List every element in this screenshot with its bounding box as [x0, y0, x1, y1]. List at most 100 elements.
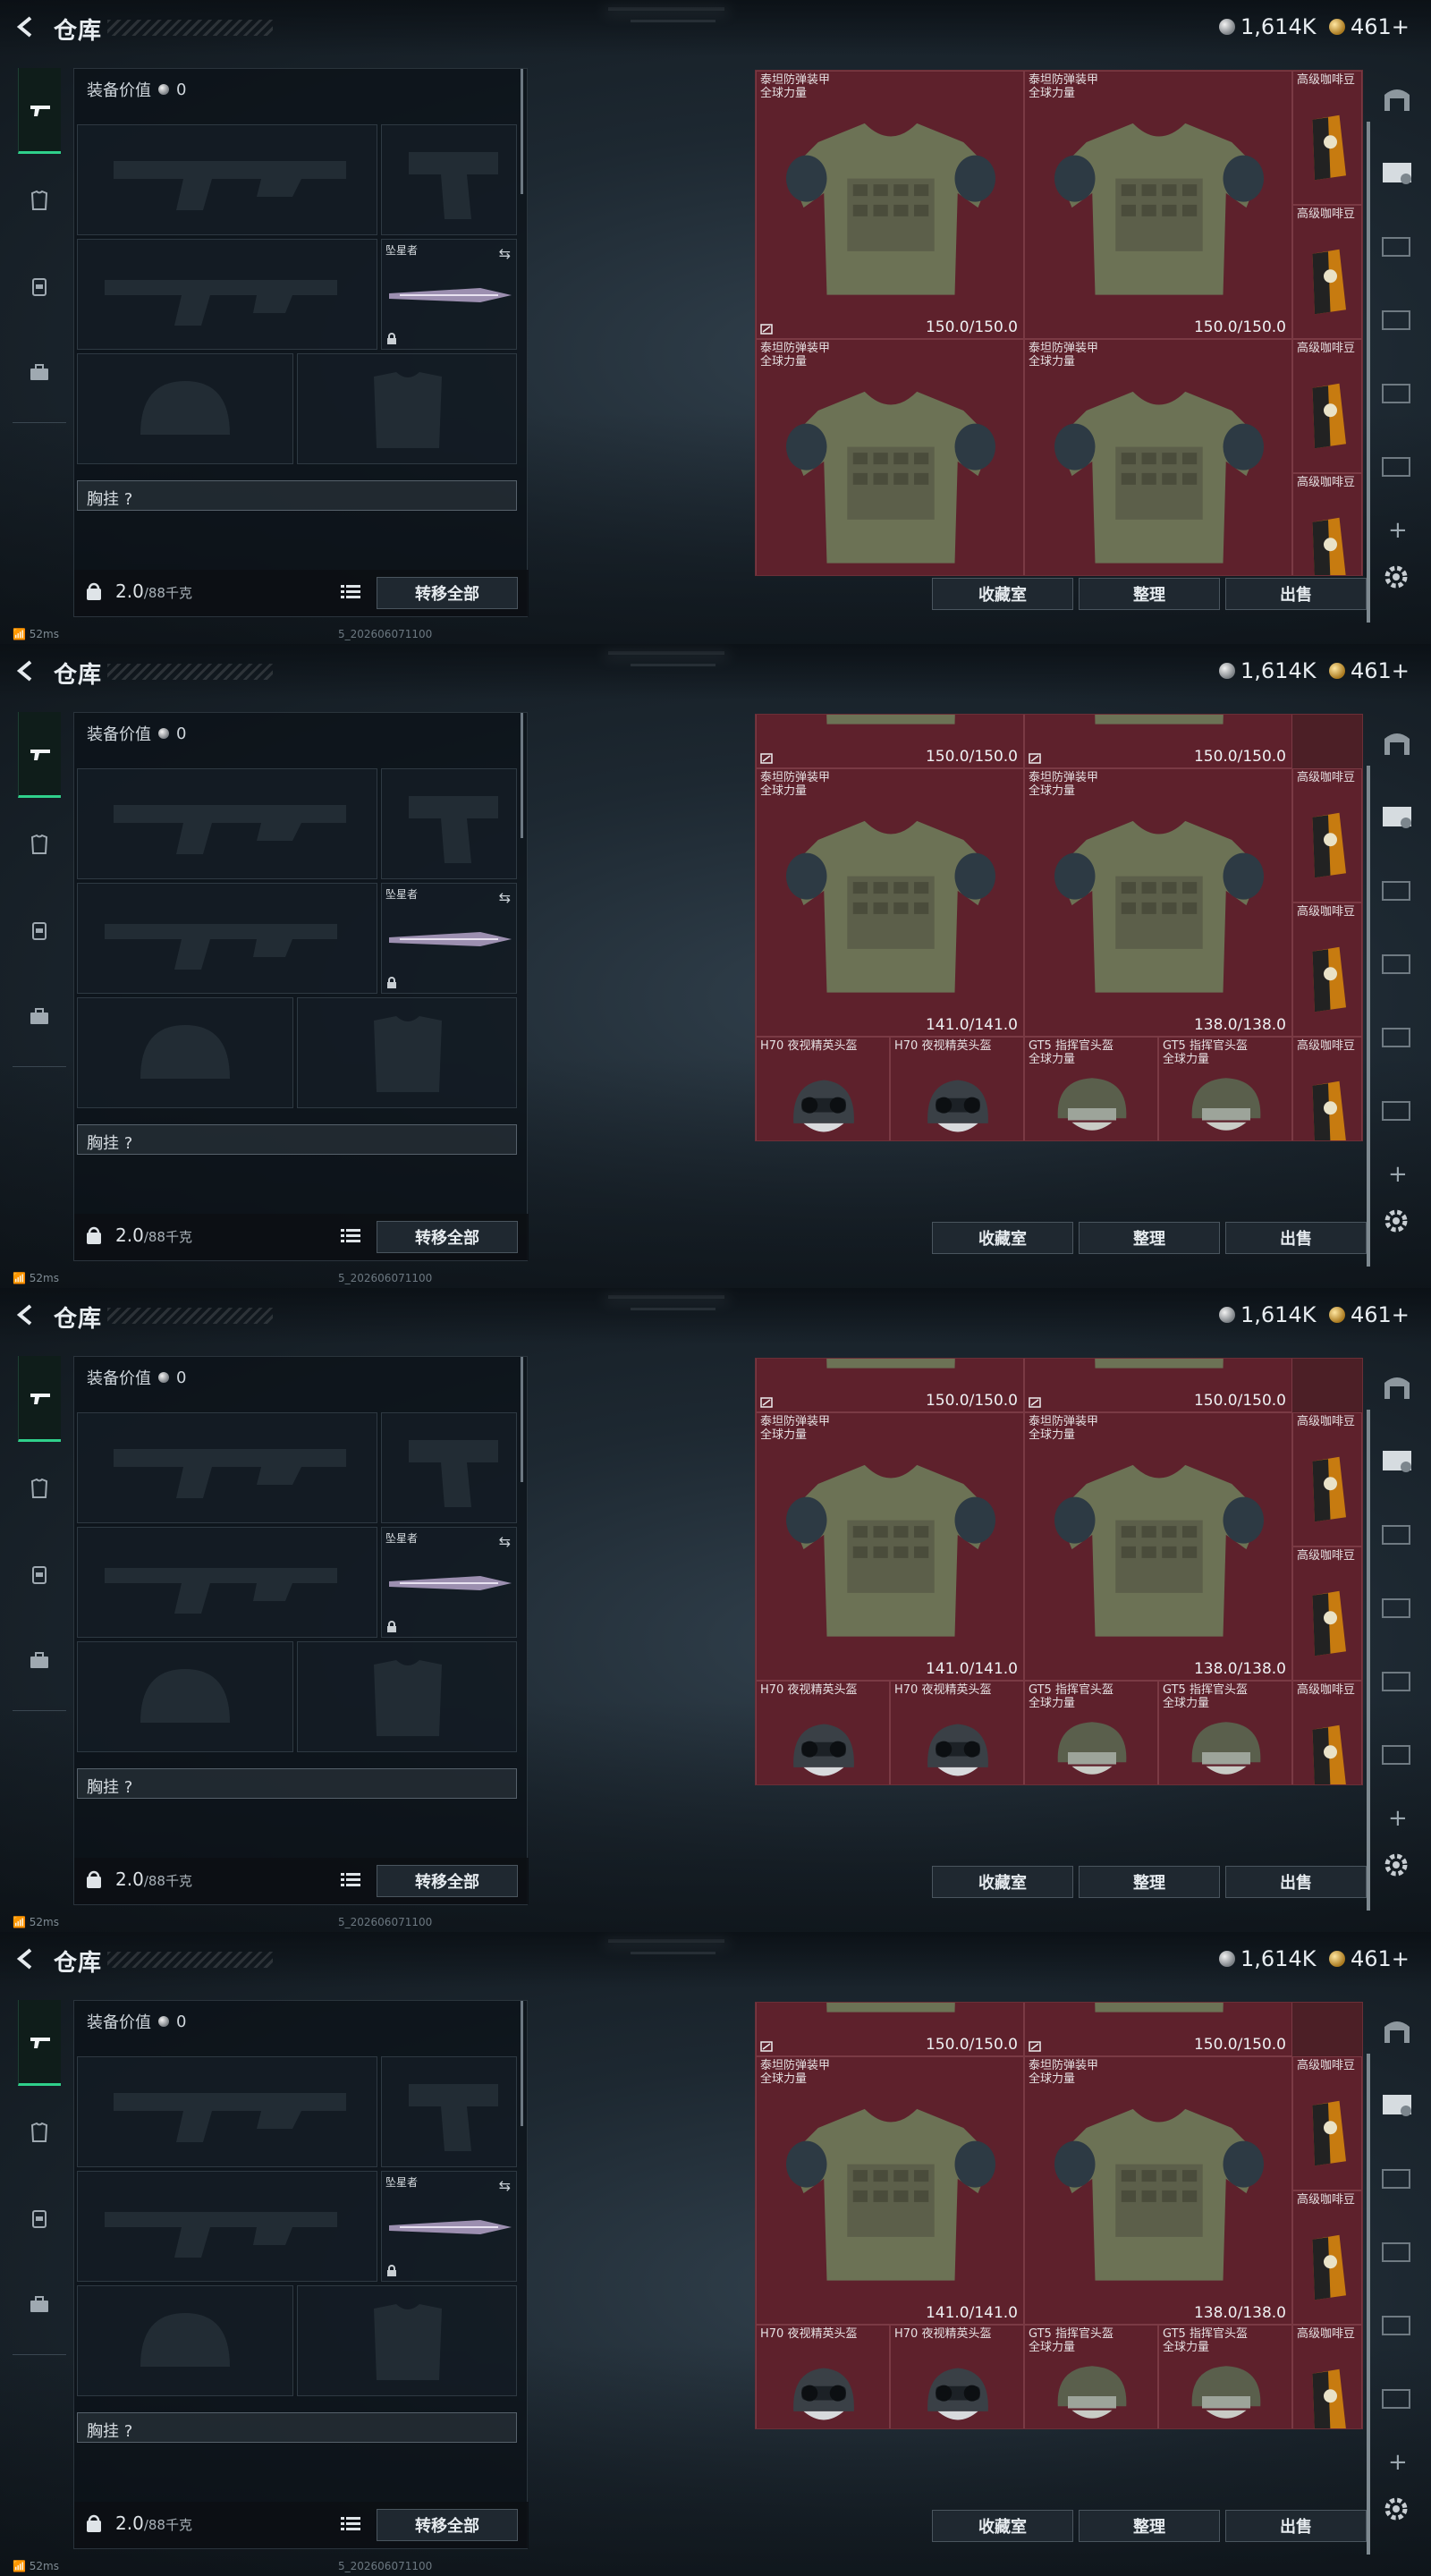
melee-slot[interactable]: 坠星者 ⇆ — [381, 1527, 517, 1638]
sell-button[interactable]: 出售 — [1225, 1866, 1367, 1898]
tab-backpack[interactable] — [18, 887, 61, 973]
storage-box-icon[interactable] — [1379, 1091, 1415, 1127]
chest-rig-slot[interactable]: 胸挂 ? — [77, 1124, 517, 1155]
storage-item[interactable]: 高级咖啡豆 — [1292, 1546, 1362, 1681]
pistol-slot[interactable] — [381, 1412, 517, 1523]
body-armor-slot[interactable] — [297, 2285, 517, 2396]
storage-box-icon[interactable] — [1379, 1515, 1415, 1551]
storage-item[interactable]: 150.0/150.0 — [1024, 715, 1292, 768]
storage-scrollbar[interactable] — [1367, 2054, 1370, 2555]
tab-weapons[interactable] — [18, 712, 61, 798]
storage-item[interactable]: 泰坦防弹装甲 全球力量 138.0/138.0 — [1024, 1412, 1292, 1681]
list-icon[interactable] — [341, 1228, 360, 1244]
tab-case[interactable] — [18, 1617, 61, 1703]
helmet-slot[interactable] — [77, 2285, 293, 2396]
storage-box-icon[interactable] — [1379, 1018, 1415, 1054]
storage-item[interactable]: 高级咖啡豆 — [1292, 1681, 1362, 1784]
back-arrow-icon[interactable] — [14, 659, 38, 682]
equipment-scrollbar[interactable] — [521, 69, 523, 194]
storage-item[interactable]: 高级咖啡豆 — [1292, 2056, 1362, 2190]
storage-box-icon[interactable] — [1379, 1589, 1415, 1624]
gold-currency[interactable]: 461+ — [1329, 1302, 1410, 1327]
storage-scrollbar[interactable] — [1367, 1410, 1370, 1911]
back-arrow-icon[interactable] — [14, 15, 38, 38]
pistol-slot[interactable] — [381, 768, 517, 879]
tab-weapons[interactable] — [18, 2000, 61, 2086]
body-armor-slot[interactable] — [297, 353, 517, 464]
storage-item[interactable]: 泰坦防弹装甲 全球力量 — [1024, 339, 1292, 575]
storage-scrollbar[interactable] — [1367, 766, 1370, 1267]
storage-box-icon[interactable] — [1379, 1735, 1415, 1771]
tab-case[interactable] — [18, 329, 61, 415]
plus-icon[interactable]: + — [1388, 2449, 1408, 2476]
storage-box-icon[interactable] — [1379, 945, 1415, 980]
silver-currency[interactable]: 1,614K — [1219, 1302, 1316, 1327]
gold-currency[interactable]: 461+ — [1329, 14, 1410, 39]
home-storage-icon[interactable] — [1379, 724, 1415, 760]
storage-item[interactable]: 泰坦防弹装甲 全球力量 138.0/138.0 — [1024, 768, 1292, 1037]
collection-room-button[interactable]: 收藏室 — [932, 2510, 1073, 2542]
storage-item[interactable]: 高级咖啡豆 — [1292, 2325, 1362, 2428]
tab-case[interactable] — [18, 2261, 61, 2347]
storage-item[interactable]: 高级咖啡豆 — [1292, 473, 1362, 575]
transfer-all-button[interactable]: 转移全部 — [377, 1221, 518, 1253]
body-armor-slot[interactable] — [297, 1641, 517, 1752]
silver-currency[interactable]: 1,614K — [1219, 1946, 1316, 1971]
storage-item[interactable]: H70 夜视精英头盔55.0/55.0 — [890, 1037, 1024, 1140]
sort-button[interactable]: 整理 — [1079, 1222, 1220, 1254]
storage-item[interactable]: H70 夜视精英头盔55.0/55.0 — [890, 2325, 1024, 2428]
melee-slot[interactable]: 坠星者 ⇆ — [381, 239, 517, 350]
storage-box-icon[interactable] — [1379, 2233, 1415, 2268]
chest-rig-slot[interactable]: 胸挂 ? — [77, 1768, 517, 1799]
storage-item[interactable]: GT5 指挥官头盔 全球力量60.0/60.0 — [1024, 1681, 1158, 1784]
list-icon[interactable] — [341, 2516, 360, 2532]
storage-item[interactable]: H70 夜视精英头盔55.0/55.0 — [756, 1681, 890, 1784]
storage-item[interactable]: 150.0/150.0 — [756, 1359, 1024, 1412]
equipment-scrollbar[interactable] — [521, 713, 523, 838]
list-icon[interactable] — [341, 1872, 360, 1888]
storage-item[interactable]: GT5 指挥官头盔 全球力量60.0/60.0 — [1158, 1037, 1292, 1140]
tab-weapons[interactable] — [18, 1356, 61, 1442]
storage-box-icon[interactable] — [1379, 447, 1415, 483]
storage-scrollbar[interactable] — [1367, 122, 1370, 623]
sort-button[interactable]: 整理 — [1079, 578, 1220, 610]
storage-item[interactable]: 150.0/150.0 — [756, 715, 1024, 768]
chest-rig-slot[interactable]: 胸挂 ? — [77, 480, 517, 511]
storage-item[interactable]: 高级咖啡豆 — [1292, 768, 1362, 902]
secondary-weapon-slot[interactable] — [77, 883, 377, 994]
sort-button[interactable]: 整理 — [1079, 1866, 1220, 1898]
storage-item[interactable]: 泰坦防弹装甲 全球力量 150.0/150.0 — [756, 71, 1024, 339]
collection-room-button[interactable]: 收藏室 — [932, 1866, 1073, 1898]
gear-icon[interactable] — [1381, 1850, 1411, 1880]
transfer-all-button[interactable]: 转移全部 — [377, 577, 518, 609]
secondary-weapon-slot[interactable] — [77, 1527, 377, 1638]
tab-backpack[interactable] — [18, 1531, 61, 1617]
tab-backpack[interactable] — [18, 243, 61, 329]
storage-item[interactable]: 高级咖啡豆 — [1292, 71, 1362, 205]
secondary-weapon-slot[interactable] — [77, 239, 377, 350]
home-storage-icon[interactable] — [1379, 2012, 1415, 2048]
sell-button[interactable]: 出售 — [1225, 1222, 1367, 1254]
gear-icon[interactable] — [1381, 1206, 1411, 1236]
transfer-all-button[interactable]: 转移全部 — [377, 2509, 518, 2541]
storage-box-icon[interactable] — [1379, 2159, 1415, 2195]
tab-armor[interactable] — [18, 801, 61, 887]
storage-item[interactable]: 高级咖啡豆 — [1292, 1412, 1362, 1546]
storage-item[interactable]: H70 夜视精英头盔55.0/55.0 — [890, 1681, 1024, 1784]
sell-button[interactable]: 出售 — [1225, 578, 1367, 610]
home-storage-icon[interactable] — [1379, 80, 1415, 116]
home-storage-icon[interactable] — [1379, 1368, 1415, 1404]
tab-armor[interactable] — [18, 1445, 61, 1531]
storage-box-icon[interactable] — [1379, 2086, 1415, 2122]
melee-slot[interactable]: 坠星者 ⇆ — [381, 2171, 517, 2282]
primary-weapon-slot[interactable] — [77, 768, 377, 879]
gold-currency[interactable]: 461+ — [1329, 1946, 1410, 1971]
storage-box-icon[interactable] — [1379, 2379, 1415, 2415]
helmet-slot[interactable] — [77, 997, 293, 1108]
storage-box-icon[interactable] — [1379, 1662, 1415, 1698]
list-icon[interactable] — [341, 584, 360, 600]
primary-weapon-slot[interactable] — [77, 1412, 377, 1523]
storage-item[interactable]: 高级咖啡豆 — [1292, 2190, 1362, 2325]
storage-box-icon[interactable] — [1379, 301, 1415, 336]
storage-item[interactable]: GT5 指挥官头盔 全球力量60.0/60.0 — [1024, 2325, 1158, 2428]
